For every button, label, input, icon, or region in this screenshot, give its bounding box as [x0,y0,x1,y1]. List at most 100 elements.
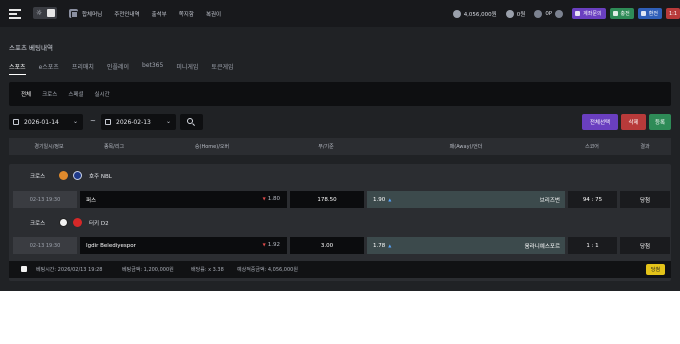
select-all-button[interactable]: 전체선택 [582,114,618,130]
site-logo-icon[interactable] [69,9,78,18]
nav-item-2[interactable]: 주전인내역 [114,10,139,18]
points-value: 0P [545,10,553,17]
exchange-icon[interactable] [555,9,564,18]
nav-item-4[interactable]: 쪽지함 [179,10,194,18]
filter-live[interactable]: 실시간 [95,90,110,98]
points-stat: 0P [534,9,564,18]
calendar-icon [13,119,19,125]
withdraw-icon [640,11,646,16]
filter-all[interactable]: 전체 [21,90,31,98]
toggle-knob [47,9,55,17]
tab-bet365[interactable]: bet365 [142,62,163,75]
point-value: 0원 [516,11,526,18]
match-result: 당첨 [620,237,670,254]
home-odds-cell[interactable]: 퍼스 ▼ 1.80 [80,191,287,208]
turkey-flag-icon [73,218,82,227]
wallet-icon [452,9,461,18]
away-team: 브리즈번 [539,198,560,204]
calendar-icon [105,119,111,125]
support-label: 1:1 [668,10,677,17]
bet-time: 베팅시간: 2026/02/13 19:28 [36,267,103,273]
account-inquiry-button[interactable]: 계좌문의 [572,8,606,19]
select-checkbox[interactable] [21,266,27,272]
table-header: 경기일시/정보 종목/리그 승(Home)/오버 무/기준 패(Away)/언더… [9,138,671,155]
away-team: 움라니예스포르 [524,244,560,250]
nav-item-3[interactable]: 출석부 [152,10,167,18]
deposit-icon [612,11,618,16]
match-score: 94 : 75 [568,191,617,208]
soccer-ball-icon [59,218,68,227]
status-badge: 당첨 [646,264,665,275]
league-row: 크로스 터키 D2 [9,213,671,233]
date-row: 2026-01-14 ⌄ ~ 2026-02-13 ⌄ 전체선택 삭제 등록 [9,114,671,130]
home-odds-value: 1.80 [267,196,280,202]
deposit-label: 충전 [620,11,630,17]
search-button[interactable] [180,114,203,130]
australia-flag-icon [73,171,82,180]
date-separator: ~ [90,117,96,125]
balance-stat: 4,056,000원 [452,9,497,18]
deposit-button[interactable]: 충전 [609,8,634,19]
date-to-picker[interactable]: 2026-02-13 ⌄ [101,114,176,130]
bet-summary-row: 베팅시간: 2026/02/13 19:28 베팅금액: 1,200,000원 … [9,261,671,278]
filter-cross[interactable]: 크로스 [42,90,57,98]
odds-up-icon: ▲ [388,197,392,202]
bet-type: 크로스 [30,174,46,180]
bet-amount: 베팅금액: 1,200,000원 [122,267,174,273]
col-header-draw: 무/기준 [318,144,334,150]
away-odds-cell[interactable]: 1.90 ▲ 브리즈번 [367,191,565,208]
account-inquiry-label: 계좌문의 [583,11,602,17]
hamburger-menu-icon[interactable] [9,9,21,19]
date-from-value: 2026-01-14 [24,118,59,126]
nav-item-5[interactable]: 복권이 [206,10,221,18]
theme-toggle[interactable]: ☼ [33,7,57,19]
draw-odds-cell[interactable]: 3.00 [290,237,364,254]
league-name: 호주 NBL [89,174,112,180]
away-odds-value: 1.90 [373,196,386,203]
points-icon [534,9,543,18]
tab-esports[interactable]: e스포츠 [39,62,59,75]
tab-inplay[interactable]: 인플레이 [107,62,129,75]
chevron-down-icon: ⌄ [72,118,78,125]
away-odds-cell[interactable]: 1.78 ▲ 움라니예스포르 [367,237,565,254]
draw-odds-cell[interactable]: 178.50 [290,191,364,208]
app-window: ☼ 합체머님 주전인내역 출석부 쪽지함 복권이 4,056,000원 0원 0… [0,0,680,291]
date-to-value: 2026-02-13 [116,118,151,126]
home-team: 퍼스 [86,197,97,204]
tab-minigame[interactable]: 미니게임 [176,62,198,75]
register-button[interactable]: 등록 [649,114,671,130]
tab-sports[interactable]: 스포츠 [9,62,26,75]
chevron-down-icon: ⌄ [165,118,171,125]
home-team: Igdir Belediyespor [86,242,136,249]
home-odds: ▼ 1.80 [263,196,280,202]
match-row: 02-13 19:30 Igdir Belediyespor ▼ 1.92 3.0… [9,237,671,254]
tab-tokengame[interactable]: 토큰게임 [211,62,233,75]
filter-special[interactable]: 스페셜 [68,90,83,98]
balance-value: 4,056,000원 [463,11,497,18]
away-odds-value: 1.78 [373,242,386,249]
league-name: 터키 D2 [89,221,109,227]
category-tabs: 스포츠 e스포츠 프리매치 인플레이 bet365 미니게임 토큰게임 [9,62,247,75]
col-header-result: 결과 [640,144,650,150]
home-odds-cell[interactable]: Igdir Belediyespor ▼ 1.92 [80,237,287,254]
col-header-date: 경기일시/정보 [34,144,64,150]
match-score: 1 : 1 [568,237,617,254]
card-icon [575,11,581,16]
tab-prematch[interactable]: 프리매치 [72,62,94,75]
match-time: 02-13 19:30 [13,191,77,208]
nav-item-1[interactable]: 합체머님 [82,10,102,18]
support-button[interactable]: 1:1 [665,8,680,19]
withdraw-label: 환전 [648,11,658,17]
col-header-away: 패(Away)/언더 [449,144,483,150]
basketball-icon [59,171,68,180]
date-from-picker[interactable]: 2026-01-14 ⌄ [9,114,83,130]
match-result: 당첨 [620,191,670,208]
coin-icon [505,9,514,18]
withdraw-button[interactable]: 환전 [637,8,662,19]
delete-button[interactable]: 삭제 [621,114,646,130]
col-header-score: 스코어 [585,144,599,150]
bet-slip-card: 크로스 호주 NBL 02-13 19:30 퍼스 ▼ 1.80 178.50 1… [9,164,671,281]
top-nav: 합체머님 주전인내역 출석부 쪽지함 복권이 [69,0,233,27]
col-header-home: 승(Home)/오버 [194,144,230,150]
expected-payout: 예상적중금액: 4,056,000원 [237,267,298,273]
